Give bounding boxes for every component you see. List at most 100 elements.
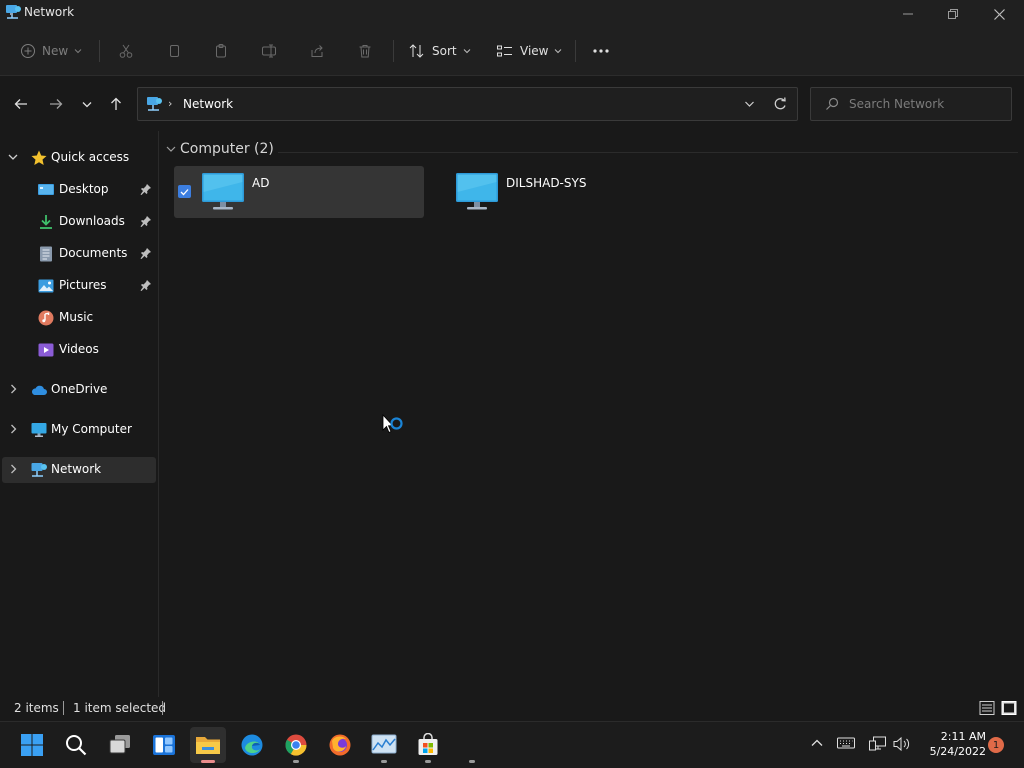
widgets-button[interactable] [146, 727, 182, 763]
running-indicator [201, 760, 215, 763]
taskbar-file-explorer[interactable] [190, 727, 226, 763]
refresh-icon[interactable] [773, 96, 787, 112]
chevron-down-icon[interactable] [8, 150, 18, 164]
task-view-button[interactable] [102, 727, 138, 763]
network-status-icon[interactable] [869, 736, 887, 752]
sidebar-item-onedrive[interactable]: OneDrive [2, 377, 156, 403]
tiles-view-icon[interactable] [1001, 700, 1017, 716]
restore-icon [948, 9, 958, 19]
taskbar-clock[interactable]: 2:11 AM 5/24/2022 [920, 729, 986, 759]
running-indicator [293, 760, 299, 763]
more-dots-icon [593, 49, 609, 53]
search-button[interactable] [58, 727, 94, 763]
sidebar-item-documents[interactable]: Documents [2, 241, 156, 267]
busy-cursor-icon [382, 414, 403, 434]
download-icon [40, 215, 52, 229]
restore-button[interactable] [930, 0, 976, 28]
sidebar-item-desktop[interactable]: Desktop [2, 177, 156, 203]
details-view-icon[interactable] [979, 700, 995, 716]
sort-button[interactable]: Sort [408, 38, 471, 64]
chevron-down-icon [74, 49, 82, 54]
resource-monitor-icon [371, 734, 397, 754]
see-more-button[interactable] [592, 38, 610, 64]
search-icon [66, 735, 87, 756]
sidebar-item-music[interactable]: Music [2, 305, 156, 331]
sidebar-item-network[interactable]: Network [2, 457, 156, 483]
search-box[interactable] [810, 87, 1012, 121]
running-indicator [425, 760, 431, 763]
content-area[interactable]: Computer (2) AD DILSHAD-SYS [160, 131, 1024, 697]
keyboard-icon[interactable] [837, 736, 855, 750]
chevron-right-icon[interactable] [8, 422, 18, 436]
paste-button[interactable] [213, 38, 229, 64]
notification-badge[interactable]: 1 [988, 737, 1004, 753]
running-indicator [381, 760, 387, 763]
pin-icon[interactable] [140, 247, 152, 259]
divider [63, 701, 64, 715]
chevron-up-icon[interactable] [810, 736, 824, 750]
chevron-down-icon [166, 146, 176, 152]
taskbar-edge[interactable] [234, 727, 270, 763]
pin-icon[interactable] [140, 215, 152, 227]
sidebar-item-label: Documents [59, 246, 128, 260]
search-input[interactable] [849, 94, 1004, 114]
breadcrumb-network[interactable]: Network [183, 97, 233, 111]
start-button[interactable] [14, 727, 50, 763]
divider [162, 701, 163, 715]
copy-button[interactable] [166, 38, 182, 64]
taskbar-chrome[interactable] [278, 727, 314, 763]
group-header-computer[interactable]: Computer (2) [166, 141, 274, 157]
pin-icon[interactable] [140, 183, 152, 195]
address-row: › Network [0, 77, 1024, 131]
taskbar-photos[interactable] [366, 727, 402, 763]
paste-icon [216, 44, 226, 58]
taskbar-firefox[interactable] [322, 727, 358, 763]
network-item-ad[interactable]: AD [174, 166, 424, 218]
cut-button[interactable] [118, 38, 134, 64]
divider [99, 40, 100, 62]
chevron-down-icon [555, 49, 562, 54]
sidebar-item-label: Downloads [59, 214, 125, 228]
selection-checkbox[interactable] [178, 185, 191, 198]
share-icon [311, 45, 323, 57]
sidebar-item-my-computer[interactable]: My Computer [2, 417, 156, 443]
copy-icon [170, 45, 179, 57]
recent-locations-button[interactable] [76, 93, 98, 115]
pin-icon[interactable] [140, 279, 152, 291]
delete-button[interactable] [357, 38, 373, 64]
close-icon [993, 8, 1005, 20]
folder-icon [196, 737, 220, 754]
network-item-dilshad-sys[interactable]: DILSHAD-SYS [428, 166, 678, 218]
command-bar: New Sort View [0, 28, 1024, 76]
arrow-up-icon [111, 97, 121, 110]
item-name: DILSHAD-SYS [506, 176, 587, 190]
chevron-right-icon[interactable] [8, 382, 18, 396]
chevron-right-icon[interactable] [8, 462, 18, 476]
sidebar-item-downloads[interactable]: Downloads [2, 209, 156, 235]
up-button[interactable] [105, 93, 127, 115]
rename-icon [262, 44, 276, 58]
rename-button[interactable] [261, 38, 279, 64]
checkmark-icon [180, 188, 189, 195]
cut-icon [119, 44, 133, 58]
clock-date: 5/24/2022 [929, 745, 986, 758]
sidebar-item-videos[interactable]: Videos [2, 337, 156, 363]
chevron-down-icon[interactable] [744, 97, 755, 111]
view-button[interactable]: View [496, 38, 562, 64]
network-icon [31, 463, 47, 477]
forward-button[interactable] [45, 93, 67, 115]
navigation-pane: Quick access Desktop Downloads Documents… [0, 131, 159, 697]
sidebar-item-pictures[interactable]: Pictures [2, 273, 156, 299]
minimize-button[interactable] [885, 0, 931, 28]
divider [575, 40, 576, 62]
address-bar[interactable]: › Network [137, 87, 798, 121]
back-button[interactable] [10, 93, 32, 115]
sidebar-item-label: OneDrive [51, 382, 108, 396]
volume-icon[interactable] [893, 736, 911, 752]
sidebar-item-quick-access[interactable]: Quick access [2, 145, 156, 171]
share-button[interactable] [309, 38, 325, 64]
new-button[interactable]: New [20, 38, 82, 64]
taskbar-store[interactable] [410, 727, 446, 763]
sidebar-item-label: Desktop [59, 182, 109, 196]
close-button[interactable] [976, 0, 1022, 28]
